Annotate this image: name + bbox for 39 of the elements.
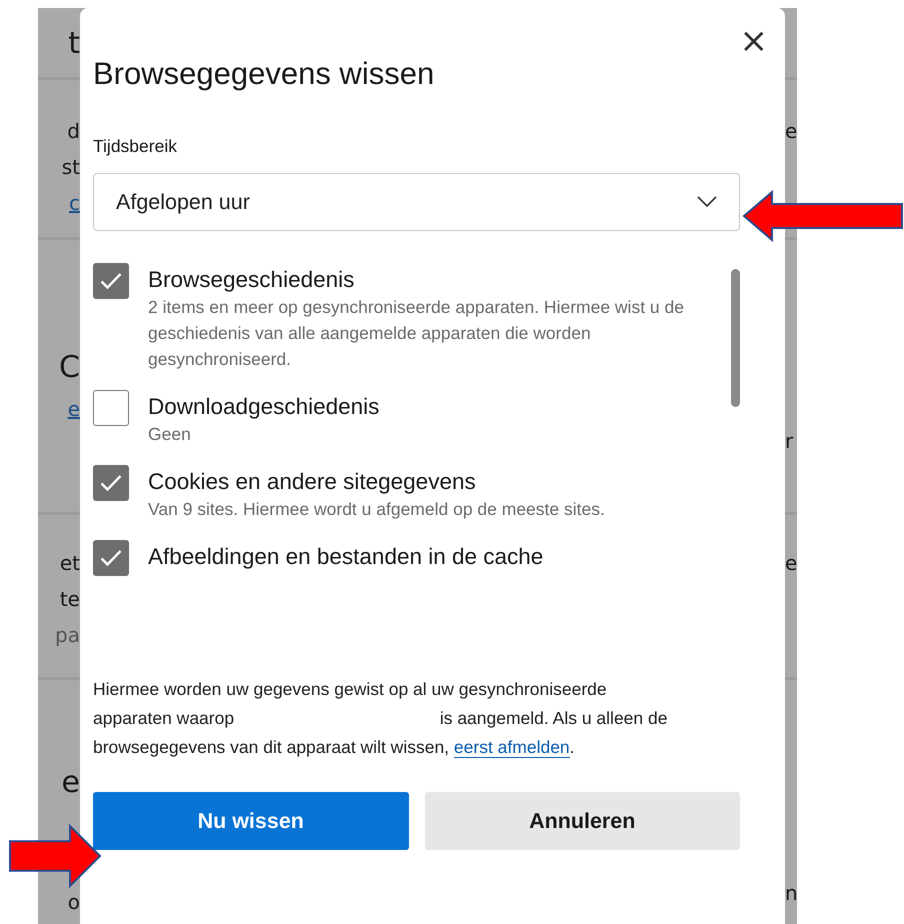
checkbox[interactable]	[93, 540, 129, 576]
checkbox[interactable]	[93, 465, 129, 501]
background-text: et	[60, 550, 80, 576]
dialog-title: Browsegegevens wissen	[93, 56, 434, 92]
option-label: Browsegeschiedenis	[148, 266, 356, 294]
background-text: n	[785, 880, 797, 906]
option-label: Afbeeldingen en bestanden in de cache	[148, 543, 544, 571]
background-text: e	[62, 765, 80, 801]
option-description: 2 items en meer op gesynchroniseerde apparaten. Hiermee wist u de geschiedenis van alle aangemelde apparaten die worden gesynchroniseerd.	[148, 296, 685, 371]
option-description: Van 9 sites. Hiermee wordt u afgemeld op de meeste sites.	[148, 498, 606, 521]
chevron-down-icon	[697, 196, 717, 208]
background-text: e	[785, 550, 797, 576]
checkmark-icon	[100, 474, 122, 492]
link[interactable]: c	[69, 190, 80, 216]
checkbox[interactable]	[93, 263, 129, 299]
background-text: st	[62, 154, 80, 180]
option-label: Downloadgeschiedenis	[148, 393, 380, 421]
background-text: te	[60, 586, 80, 612]
background-text: o	[68, 889, 80, 915]
background-text: e	[785, 118, 797, 144]
background-text: r	[785, 428, 794, 454]
clear-now-button[interactable]: Nu wissen	[93, 792, 408, 850]
notice-text: Hiermee worden uw gegevens gewist op al uw gesynchroniseerde apparaten waarop is aangemeld. Als u alleen de browsegegevens van dit apparaat wilt wissen, eerst afmelden.	[93, 678, 668, 760]
cancel-button[interactable]: Annuleren	[424, 792, 740, 850]
option-label: Cookies en andere sitegegevens	[148, 468, 477, 496]
background-text: d	[67, 118, 80, 144]
checkmark-icon	[100, 272, 122, 290]
background-text: pa	[55, 622, 80, 648]
option-description: Geen	[148, 423, 192, 446]
time-range-dropdown[interactable]: Afgelopen uur	[93, 173, 740, 231]
scrollbar-thumb[interactable]	[731, 269, 740, 407]
checkbox[interactable]	[93, 390, 129, 426]
checkmark-icon	[100, 549, 122, 567]
background-text: C	[59, 350, 80, 386]
field-label: Tijdsbereik	[93, 136, 178, 157]
close-button[interactable]: ×	[736, 24, 772, 58]
sign-out-link[interactable]: eerst afmelden	[454, 737, 570, 758]
link[interactable]: e	[68, 396, 80, 422]
background-text: t	[68, 26, 80, 62]
